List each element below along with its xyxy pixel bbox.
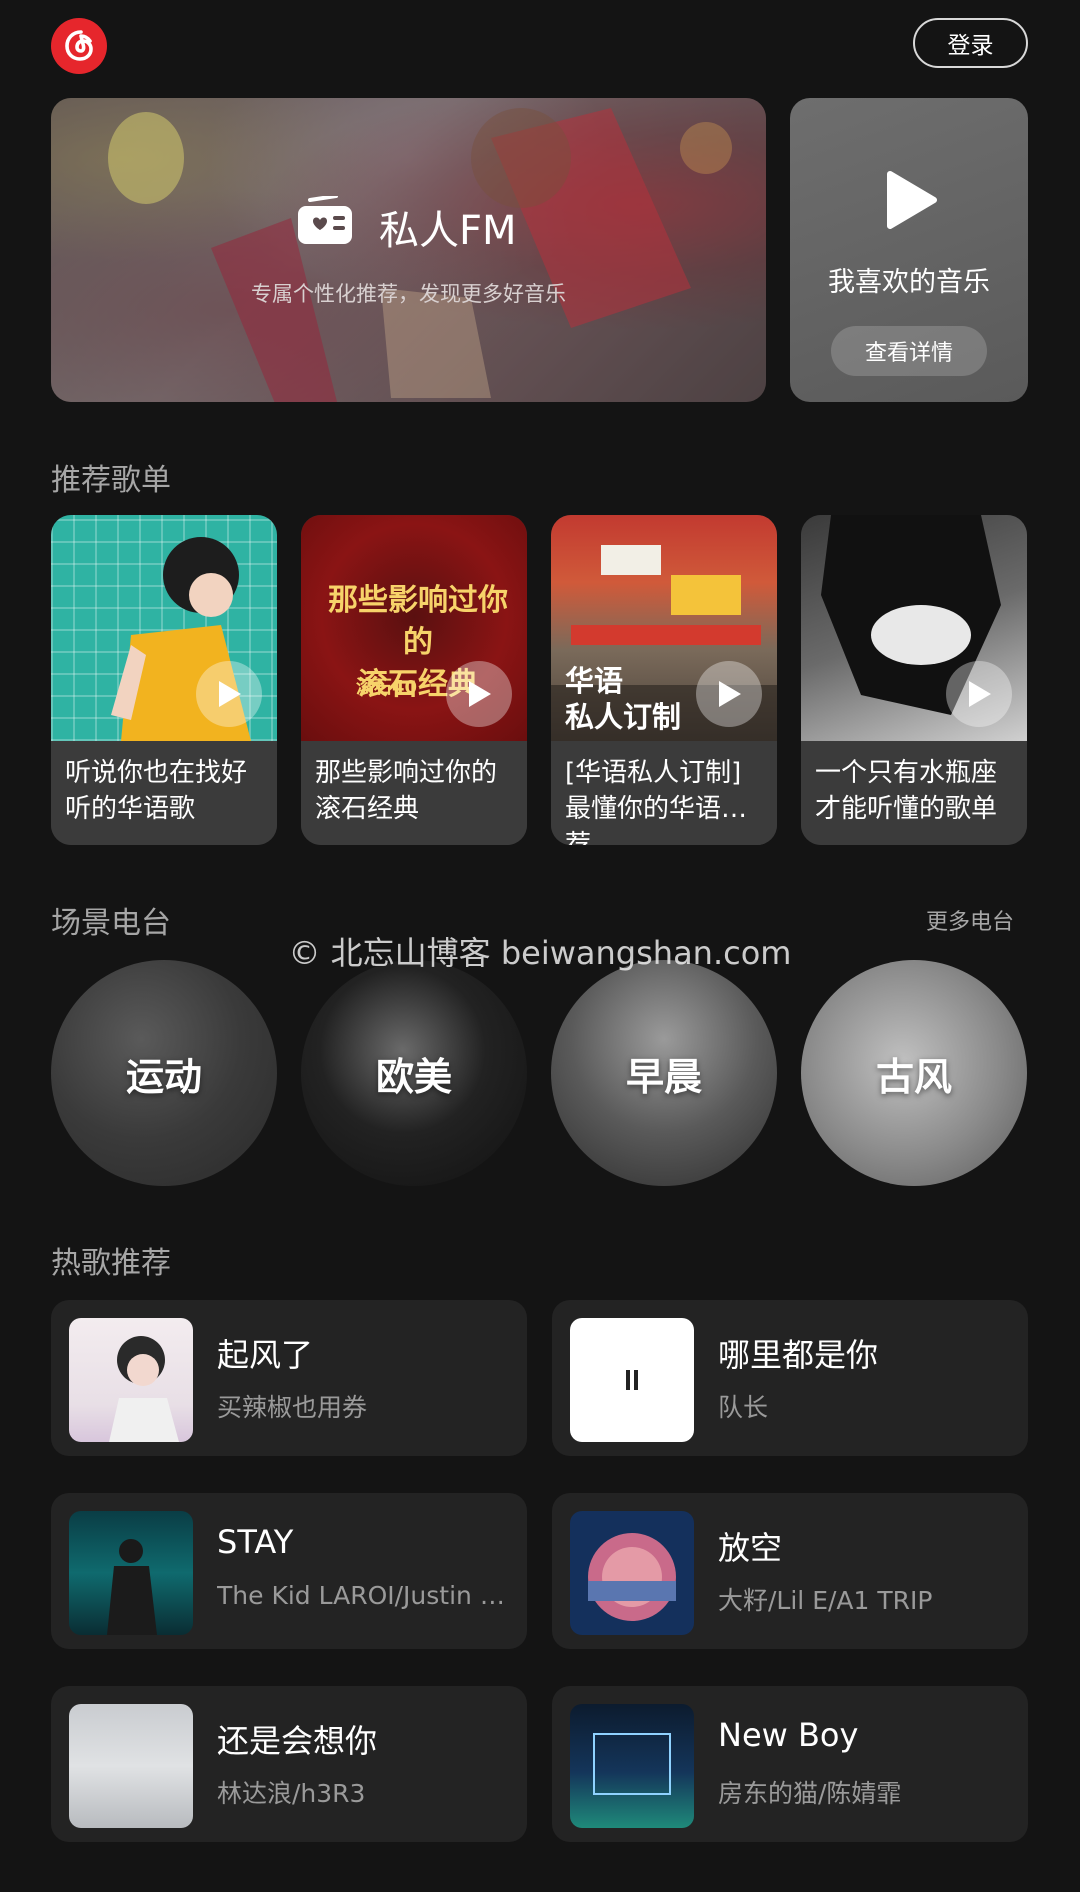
- song-cover: [570, 1511, 694, 1635]
- song-cover: [570, 1318, 694, 1442]
- song-artist: 买辣椒也用券: [217, 1393, 368, 1422]
- station-label: 运动: [125, 1054, 202, 1099]
- song-artist: The Kid LAROI/Justin Bieber: [217, 1581, 513, 1610]
- song-item[interactable]: 还是会想你 林达浪/h3R3: [51, 1686, 527, 1842]
- playlist-title: 那些影响过你的滚石经典: [301, 741, 527, 845]
- song-artist: 林达浪/h3R3: [217, 1779, 366, 1808]
- login-button[interactable]: 登录: [913, 18, 1028, 68]
- song-title: STAY: [217, 1523, 294, 1561]
- playlist-card[interactable]: 听说你也在找好听的华语歌: [51, 515, 277, 845]
- liked-music-title: 我喜欢的音乐: [828, 267, 990, 298]
- playlist-card[interactable]: 那些影响过你的 滚石经典 滚石40 那些影响过你的滚石经典: [301, 515, 527, 845]
- play-icon: [219, 681, 241, 707]
- app-logo[interactable]: [51, 18, 107, 74]
- song-item[interactable]: 哪里都是你 队长: [552, 1300, 1028, 1456]
- pause-icon[interactable]: [625, 1369, 639, 1391]
- play-icon: [719, 681, 741, 707]
- song-item[interactable]: STAY The Kid LAROI/Justin Bieber: [51, 1493, 527, 1649]
- song-item[interactable]: 起风了 买辣椒也用券: [51, 1300, 527, 1456]
- song-cover: [69, 1318, 193, 1442]
- station-item[interactable]: 运动: [51, 960, 277, 1186]
- play-icon: [469, 681, 491, 707]
- section-title-hot-songs: 热歌推荐: [51, 1246, 171, 1281]
- play-icon: [887, 171, 937, 229]
- playlist-card[interactable]: 华语 私人订制 [华语私人订制] 最懂你的华语推荐: [551, 515, 777, 845]
- netease-music-icon: [65, 30, 93, 61]
- playlist-title: [华语私人订制] 最懂你的华语推荐: [551, 741, 777, 845]
- play-button[interactable]: [196, 661, 262, 727]
- song-item[interactable]: New Boy 房东的猫/陈婧霏: [552, 1686, 1028, 1842]
- station-item[interactable]: 古风: [801, 960, 1027, 1186]
- playlist-cover-badge: 滚石40: [356, 677, 418, 698]
- radio-icon: [298, 196, 352, 244]
- station-item[interactable]: 欧美: [301, 960, 527, 1186]
- play-button[interactable]: [696, 661, 762, 727]
- song-artist: 大籽/Lil E/A1 TRIP: [718, 1586, 933, 1615]
- station-label: 早晨: [625, 1054, 702, 1099]
- fm-title: 私人FM: [379, 208, 517, 254]
- section-title-recommended: 推荐歌单: [51, 463, 171, 498]
- song-item[interactable]: 放空 大籽/Lil E/A1 TRIP: [552, 1493, 1028, 1649]
- playlist-cover-text: 华语 私人订制: [565, 664, 682, 734]
- watermark: © 北忘山博客 beiwangshan.com: [288, 934, 792, 972]
- station-label: 古风: [875, 1054, 952, 1099]
- liked-music-card[interactable]: 我喜欢的音乐 查看详情: [790, 98, 1028, 402]
- song-artist: 队长: [718, 1393, 769, 1422]
- play-button[interactable]: [446, 661, 512, 727]
- fm-subtitle: 专属个性化推荐，发现更多好音乐: [251, 282, 566, 306]
- song-cover: [570, 1704, 694, 1828]
- song-cover: [69, 1511, 193, 1635]
- song-title: 哪里都是你: [718, 1336, 879, 1374]
- station-item[interactable]: 早晨: [551, 960, 777, 1186]
- personal-fm-card[interactable]: 私人FM 专属个性化推荐，发现更多好音乐: [51, 98, 766, 402]
- song-title: 放空: [718, 1529, 783, 1567]
- song-title: 还是会想你: [217, 1722, 378, 1760]
- playlist-title: 听说你也在找好听的华语歌: [51, 741, 277, 845]
- playlist-card[interactable]: 一个只有水瓶座才能听懂的歌单: [801, 515, 1027, 845]
- song-title: 起风了: [217, 1336, 314, 1374]
- song-title: New Boy: [718, 1716, 859, 1754]
- song-cover: [69, 1704, 193, 1828]
- view-details-button[interactable]: 查看详情: [831, 326, 987, 376]
- playlist-title: 一个只有水瓶座才能听懂的歌单: [801, 741, 1027, 845]
- play-button[interactable]: [946, 661, 1012, 727]
- station-label: 欧美: [375, 1054, 452, 1099]
- song-artist: 房东的猫/陈婧霏: [718, 1779, 902, 1808]
- play-icon: [969, 681, 991, 707]
